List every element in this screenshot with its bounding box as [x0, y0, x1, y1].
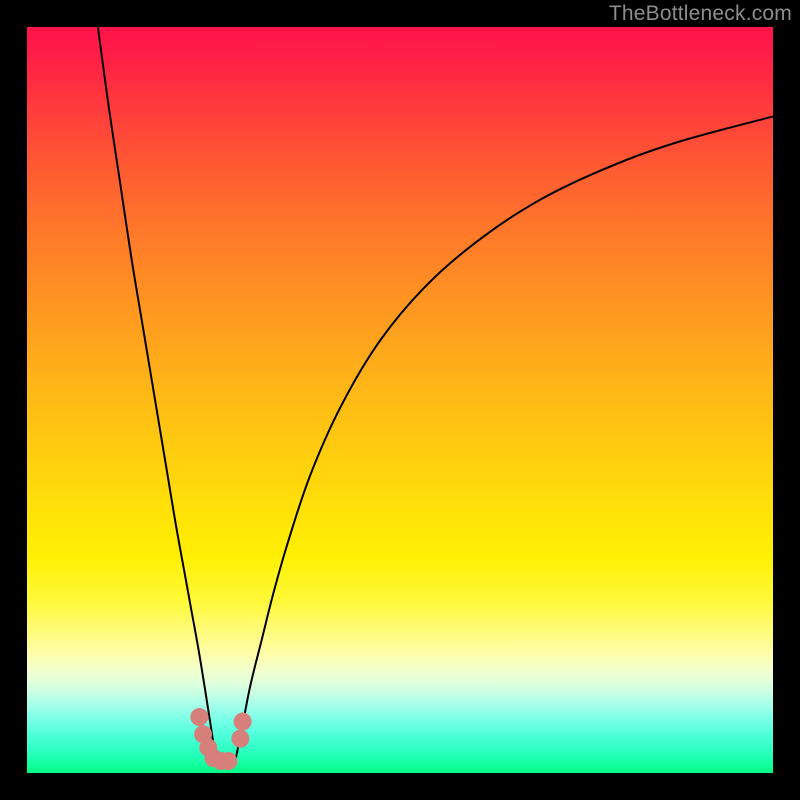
curve-right-curve [236, 117, 773, 759]
marker-dot [219, 752, 237, 770]
watermark-text: TheBottleneck.com [609, 2, 792, 26]
marker-dot [231, 730, 249, 748]
curve-left-curve [98, 27, 215, 754]
marker-dot [190, 708, 208, 726]
outer-frame: TheBottleneck.com [0, 0, 800, 800]
curve-group [98, 27, 773, 758]
marker-group [190, 708, 251, 770]
marker-dot [234, 713, 252, 731]
plot-area [27, 27, 773, 773]
chart-svg [27, 27, 773, 773]
